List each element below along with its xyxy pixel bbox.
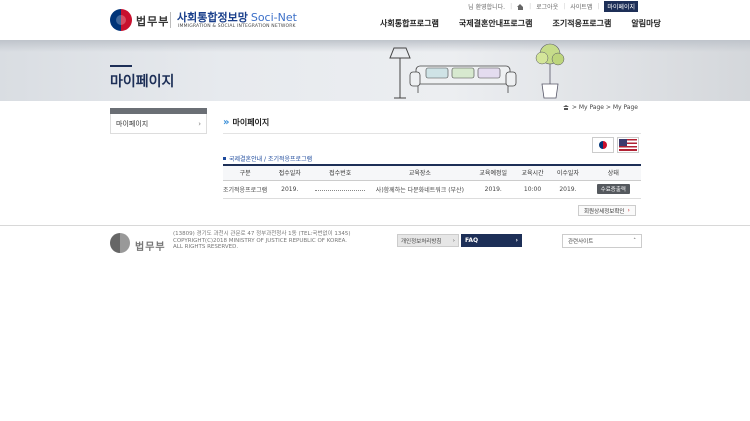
cell-edu-time: 10:00 (514, 180, 551, 199)
footer-rights-line: ALL RIGHTS RESERVED. (173, 244, 239, 250)
col-edu-time: 교육시간 (514, 164, 551, 181)
site-title-en: Soci-Net (250, 11, 297, 24)
gnb-item-early-adaptation[interactable]: 조기적응프로그램 (553, 18, 612, 29)
col-receipt-no: 접수번호 (312, 164, 369, 181)
faq-label: FAQ (465, 237, 479, 244)
page-banner: 마이페이지 (0, 40, 750, 101)
footer-ministry: 법무부 (135, 242, 166, 253)
home-icon[interactable] (562, 105, 569, 110)
logo-divider (170, 12, 171, 28)
us-flag-icon (619, 139, 637, 151)
cell-edu-date: 2019. (471, 180, 515, 199)
home-icon[interactable] (517, 3, 524, 10)
cell-status: 수료증출력 (585, 180, 641, 199)
table-header-row: 구분 접수일자 접수번호 교육장소 교육예정일 교육시간 이수일자 상태 (223, 164, 641, 181)
ministry-emblem-icon[interactable] (110, 9, 132, 31)
col-edu-date: 교육예정일 (471, 164, 515, 181)
breadcrumb-text: > My Page > My Page (571, 104, 638, 111)
page-heading: » 마이페이지 (223, 117, 269, 128)
col-status: 상태 (585, 164, 641, 181)
header: 법무부 사회통합정보망 Soci-Net IMMIGRATION & SOCIAL… (0, 0, 750, 40)
col-category: 구분 (223, 164, 268, 181)
footer-address: (13809) 경기도 과천시 관문로 47 정부과천청사 1동 (TEL:국번… (173, 231, 383, 251)
related-sites-select[interactable]: 관련사이트 ˄ (562, 234, 642, 248)
side-nav-item-label: 마이페이지 (116, 119, 149, 128)
double-chevron-icon: » (223, 117, 230, 128)
divider: | (529, 3, 532, 10)
print-certificate-button[interactable]: 수료증출력 (596, 184, 630, 194)
cell-place: 사)함께하는 다문화네트워크 (부산) (368, 180, 472, 199)
banner-shadow (0, 40, 750, 52)
ministry-name[interactable]: 법무부 (136, 13, 169, 29)
utility-menu: 님 환영합니다. | | 로그아웃 | 사이트맵 | 마이페이지 (468, 1, 638, 12)
site-subtitle: IMMIGRATION & SOCIAL INTEGRATION NETWORK (178, 24, 296, 29)
application-table: 구분 접수일자 접수번호 교육장소 교육예정일 교육시간 이수일자 상태 조기적… (223, 164, 641, 199)
table-row: 조기적응프로그램 2019. 사)함께하는 다문화네트워크 (부산) 2019.… (223, 180, 641, 199)
member-details-button[interactable]: 회원상세정보확인 › (578, 205, 636, 216)
footer-divider (0, 225, 750, 226)
plant-illustration (535, 43, 565, 99)
chevron-right-icon: › (515, 237, 518, 244)
col-done-date: 이수일자 (550, 164, 586, 181)
greeting-text: 님 환영합니다. (468, 4, 506, 11)
cell-receipt-no (312, 180, 369, 199)
korea-flag-icon (599, 141, 607, 149)
cell-date: 2019. (267, 180, 313, 199)
cell-category: 조기적응프로그램 (223, 180, 268, 199)
faq-button[interactable]: FAQ › (461, 234, 522, 247)
logout-link[interactable]: 로그아웃 (536, 2, 558, 11)
divider (223, 133, 641, 134)
banner-title: 마이페이지 (110, 74, 175, 90)
site-title[interactable]: 사회통합정보망 Soci-Net (177, 9, 297, 25)
related-sites-label: 관련사이트 (568, 239, 594, 245)
col-date: 접수일자 (267, 164, 313, 181)
divider: | (510, 3, 513, 10)
gnb-item-marriage-guide[interactable]: 국제결혼안내프로그램 (459, 18, 533, 29)
chevron-right-icon: › (452, 237, 455, 244)
sofa-illustration (409, 65, 517, 93)
banner-accent-line (110, 65, 132, 67)
table-caption: 국제결혼안내 / 조기적응프로그램 (223, 154, 312, 163)
english-language-button[interactable] (617, 137, 639, 153)
chevron-right-icon: › (627, 207, 630, 214)
korean-language-button[interactable] (592, 137, 614, 153)
gnb-item-notice[interactable]: 알림마당 (631, 18, 660, 29)
sitemap-link[interactable]: 사이트맵 (570, 2, 592, 11)
table-caption-text: 국제결혼안내 / 조기적응프로그램 (229, 156, 313, 163)
divider: | (563, 3, 566, 10)
mypage-button[interactable]: 마이페이지 (604, 1, 638, 12)
privacy-policy-label: 개인정보처리방침 (401, 238, 442, 245)
col-place: 교육장소 (368, 164, 472, 181)
member-details-label: 회원상세정보확인 (584, 208, 625, 215)
receipt-no-value (315, 186, 366, 191)
cell-done-date: 2019. (550, 180, 586, 199)
bullet-icon (223, 157, 226, 160)
page-title: 마이페이지 (232, 118, 270, 127)
side-nav-item-mypage[interactable]: 마이페이지 › (110, 114, 207, 134)
site-title-ko: 사회통합정보망 (177, 11, 248, 24)
divider: | (597, 3, 600, 10)
footer-emblem-icon (110, 233, 130, 253)
breadcrumb: > My Page > My Page (562, 104, 638, 111)
chevron-up-icon: ˄ (633, 238, 636, 244)
gnb-item-social-integration[interactable]: 사회통합프로그램 (380, 18, 439, 29)
chevron-right-icon: › (198, 119, 201, 128)
privacy-policy-button[interactable]: 개인정보처리방침 › (397, 234, 459, 247)
global-nav: 사회통합프로그램 국제결혼안내프로그램 조기적응프로그램 알림마당 (380, 18, 661, 29)
